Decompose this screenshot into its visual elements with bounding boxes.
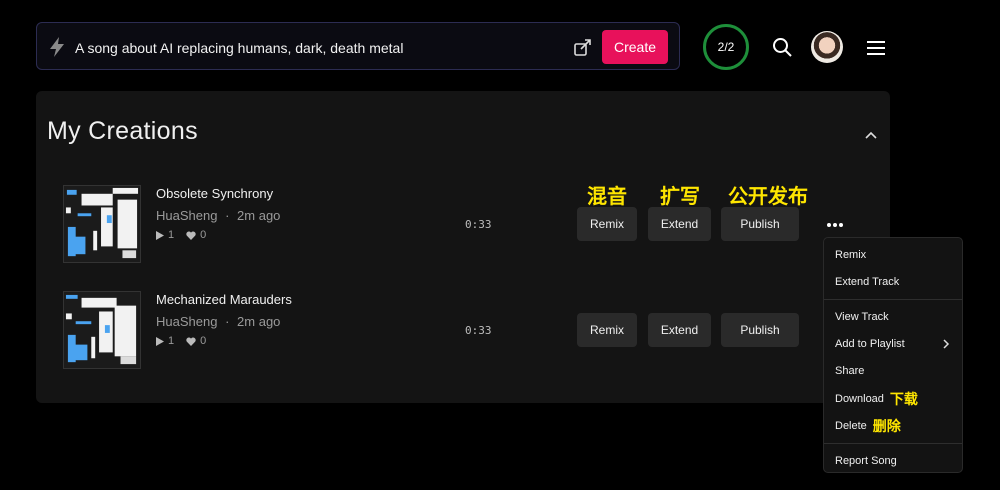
page-title: My Creations [47,117,198,145]
extend-button[interactable]: Extend [648,313,711,347]
remix-button[interactable]: Remix [577,313,637,347]
track-row[interactable]: Mechanized Marauders HuaSheng · 2m ago 1… [36,291,890,381]
prompt-bar: A song about AI replacing humans, dark, … [36,22,680,70]
publish-button[interactable]: Publish [721,313,799,347]
menu-item-download-label: Download [835,393,884,405]
track-artist[interactable]: HuaSheng [156,314,217,329]
publish-button[interactable]: Publish [721,207,799,241]
track-duration: 0:33 [465,218,492,231]
like-count: 0 [200,335,207,347]
track-cover-image [63,291,141,369]
track-duration: 0:33 [465,324,492,337]
remix-button[interactable]: Remix [577,207,637,241]
prompt-input[interactable]: A song about AI replacing humans, dark, … [75,40,403,56]
menu-item-delete-label: Delete [835,420,867,432]
meta-separator: · [225,314,230,329]
track-stats: 1 0 [156,335,206,347]
play-count: 1 [168,335,175,347]
track-artist[interactable]: HuaSheng [156,208,217,223]
heart-icon [186,337,196,346]
menu-item-download[interactable]: Download 下载 [835,389,918,409]
my-creations-panel: My Creations Obsolete Synchrony HuaSheng… [36,91,890,403]
chevron-right-icon [943,339,950,349]
track-title[interactable]: Obsolete Synchrony [156,186,273,201]
annotation-publish: 公开发布 [728,186,808,208]
search-icon[interactable] [772,37,792,57]
annotation-download: 下载 [889,391,918,407]
extend-button[interactable]: Extend [648,207,711,241]
more-options-icon[interactable] [826,222,844,228]
menu-item-remix[interactable]: Remix [835,249,866,261]
play-count: 1 [168,229,175,241]
track-meta: HuaSheng · 2m ago [156,208,280,223]
track-meta: HuaSheng · 2m ago [156,314,280,329]
track-age: 2m ago [237,208,281,223]
menu-item-add-to-playlist[interactable]: Add to Playlist [835,338,905,350]
chevron-up-icon[interactable] [865,131,877,139]
menu-item-view-track[interactable]: View Track [835,311,889,323]
annotation-extend: 扩写 [660,186,700,208]
menu-item-extend-track[interactable]: Extend Track [835,276,899,288]
bolt-icon [50,37,64,57]
track-context-menu: Remix Extend Track View Track Add to Pla… [823,237,963,473]
heart-icon [186,231,196,240]
track-stats: 1 0 [156,229,206,241]
credits-indicator[interactable]: 2/2 [703,24,749,70]
annotation-remix: 混音 [587,186,627,208]
play-icon [156,336,164,346]
avatar[interactable] [811,31,843,63]
like-count: 0 [200,229,207,241]
menu-item-report-song[interactable]: Report Song [835,455,897,467]
track-title[interactable]: Mechanized Marauders [156,292,292,307]
menu-divider [824,443,962,444]
play-icon [156,230,164,240]
create-button[interactable]: Create [602,30,668,64]
meta-separator: · [225,208,230,223]
track-age: 2m ago [237,314,281,329]
annotation-delete: 删除 [872,418,901,434]
menu-divider [824,299,962,300]
menu-item-delete[interactable]: Delete 删除 [835,416,901,436]
track-cover-image [63,185,141,263]
hamburger-menu-icon[interactable] [867,40,885,56]
menu-item-share[interactable]: Share [835,365,864,377]
share-icon[interactable] [573,37,593,57]
